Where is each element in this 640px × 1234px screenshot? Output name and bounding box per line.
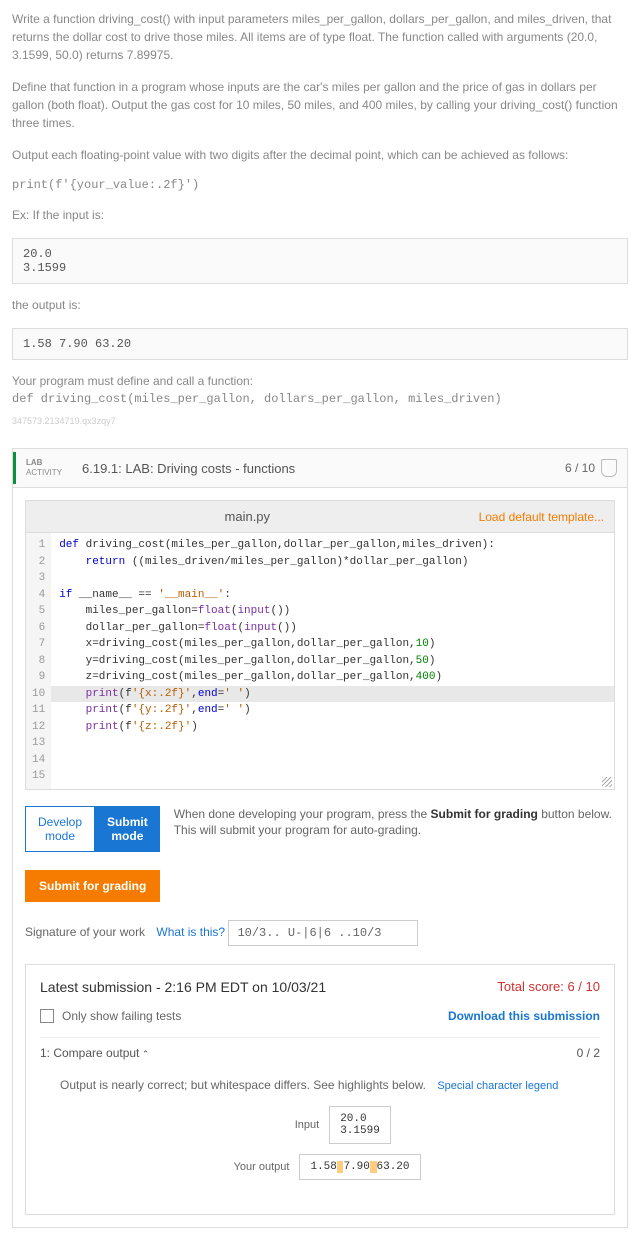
only-failing-row[interactable]: Only show failing tests	[40, 1009, 181, 1023]
latest-submission: Latest submission - 2:16 PM EDT on 10/03…	[40, 979, 326, 995]
description-paragraph-3: Output each floating-point value with tw…	[12, 146, 628, 164]
only-failing-checkbox[interactable]	[40, 1009, 54, 1023]
test-1-name: 1: Compare output	[40, 1046, 149, 1060]
example-output-block: 1.58 7.90 63.20	[12, 328, 628, 360]
submit-for-grading-button[interactable]: Submit for grading	[25, 870, 160, 902]
id-string: 347573.2134719.qx3zqy7	[12, 416, 628, 426]
resize-handle[interactable]	[602, 777, 612, 787]
load-template-link[interactable]: Load default template...	[469, 502, 614, 532]
code-editor[interactable]: 123456789101112131415 def driving_cost(m…	[25, 532, 615, 790]
test-1-body: Output is nearly correct; but whitespace…	[40, 1068, 600, 1200]
description-paragraph-1: Write a function driving_cost() with inp…	[12, 10, 628, 64]
test-1-score: 0 / 2	[577, 1046, 600, 1060]
lab-panel: LAB ACTIVITY 6.19.1: LAB: Driving costs …	[12, 448, 628, 1228]
signature-section: Signature of your work What is this? 10/…	[25, 916, 615, 946]
line-gutter: 123456789101112131415	[26, 533, 51, 789]
print-example: print(f'{your_value:.2f}')	[12, 178, 628, 192]
signature-label: Signature of your work	[25, 925, 145, 939]
shield-icon	[601, 459, 617, 477]
code-body[interactable]: def driving_cost(miles_per_gallon,dollar…	[51, 533, 614, 789]
lab-score: 6 / 10	[555, 449, 627, 487]
example-input-block: 20.0 3.1599	[12, 238, 628, 284]
editor-tabs: main.py Load default template...	[25, 500, 615, 532]
lab-activity-tag: LAB ACTIVITY	[13, 452, 72, 483]
input-label: Input	[249, 1119, 319, 1131]
your-output-label: Your output	[219, 1161, 289, 1173]
lab-tag-line1: LAB	[26, 458, 62, 468]
mode-description: When done developing your program, press…	[174, 806, 615, 840]
lab-header: LAB ACTIVITY 6.19.1: LAB: Driving costs …	[13, 449, 627, 488]
your-output-box: 1.58 7.90 63.20	[299, 1154, 420, 1180]
editor-filename: main.py	[26, 501, 469, 532]
what-is-this-link[interactable]: What is this?	[156, 925, 225, 939]
mode-desc-prefix: When done developing your program, press…	[174, 807, 431, 821]
only-failing-label: Only show failing tests	[62, 1009, 181, 1023]
signature-value: 10/3.. U-|6|6 ..10/3	[228, 920, 418, 946]
def-example: def driving_cost(miles_per_gallon, dolla…	[12, 392, 628, 406]
description-paragraph-4: Your program must define and call a func…	[12, 372, 628, 390]
description-paragraph-2: Define that function in a program whose …	[12, 78, 628, 132]
lab-tag-line2: ACTIVITY	[26, 468, 62, 477]
special-char-legend-link[interactable]: Special character legend	[437, 1080, 558, 1092]
lab-title: 6.19.1: LAB: Driving costs - functions	[72, 451, 555, 486]
develop-mode-button[interactable]: Develop mode	[25, 806, 95, 852]
test-input-box: 20.0 3.1599	[329, 1106, 391, 1144]
test-1-row[interactable]: 1: Compare output 0 / 2	[40, 1037, 600, 1068]
total-score: Total score: 6 / 10	[497, 979, 600, 994]
mode-desc-bold: Submit for grading	[431, 807, 538, 821]
output-label: the output is:	[12, 296, 628, 314]
download-submission-link[interactable]: Download this submission	[448, 1009, 600, 1023]
mode-buttons: Develop mode Submit mode	[25, 806, 160, 852]
lab-score-text: 6 / 10	[565, 461, 595, 475]
example-label: Ex: If the input is:	[12, 206, 628, 224]
test-1-message: Output is nearly correct; but whitespace…	[60, 1078, 426, 1092]
submit-mode-button[interactable]: Submit mode	[95, 806, 160, 852]
results-panel: Latest submission - 2:16 PM EDT on 10/03…	[25, 964, 615, 1215]
